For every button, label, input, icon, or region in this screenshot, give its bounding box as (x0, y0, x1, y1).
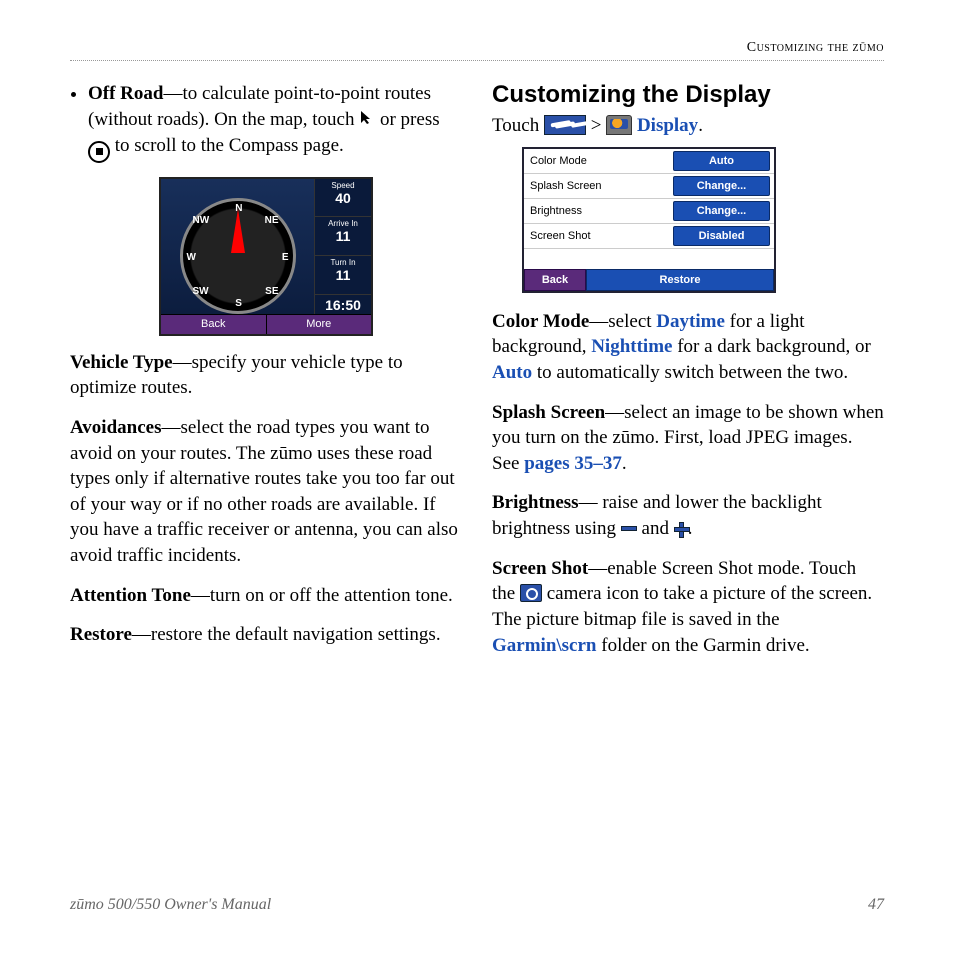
splash-screen-label: Splash Screen (492, 402, 605, 423)
page-header: Customizing the zūmo (70, 40, 884, 61)
minus-icon (621, 526, 637, 531)
vehicle-type-label: Vehicle Type (70, 352, 173, 373)
attention-tone-label: Attention Tone (70, 585, 191, 606)
daytime-link: Daytime (656, 311, 725, 332)
pages-link: pages 35–37 (524, 453, 622, 474)
compass-dial: N NE E SE S SW W NW (180, 198, 296, 314)
brightness-change-button: Change... (673, 201, 770, 221)
left-column: Off Road—to calculate point-to-point rou… (70, 81, 462, 876)
page-number: 47 (868, 896, 884, 914)
section-heading: Customizing the Display (492, 81, 884, 109)
footer-title: zūmo 500/550 Owner's Manual (70, 896, 271, 914)
color-mode-label: Color Mode (492, 311, 589, 332)
nighttime-link: Nighttime (591, 336, 672, 357)
brightness-label: Brightness (492, 492, 579, 513)
camera-icon (520, 584, 542, 602)
settings-back-button: Back (524, 269, 586, 291)
compass-needle-icon (231, 209, 245, 253)
cursor-icon (359, 107, 375, 133)
color-mode-button: Auto (673, 151, 770, 171)
screenshot-disabled-button: Disabled (673, 226, 770, 246)
compass-back-button: Back (161, 315, 267, 334)
offroad-bullet: Off Road—to calculate point-to-point rou… (88, 81, 462, 163)
offroad-label: Off Road (88, 83, 163, 104)
display-settings-screenshot: Color ModeAuto Splash ScreenChange... Br… (522, 147, 776, 293)
display-icon (606, 115, 632, 135)
garmin-path-link: Garmin\scrn (492, 635, 597, 656)
restore-label: Restore (70, 624, 132, 645)
plus-icon (674, 522, 688, 536)
settings-restore-button: Restore (586, 269, 774, 291)
screen-shot-label: Screen Shot (492, 558, 588, 579)
wrench-icon (544, 115, 586, 135)
display-link: Display (637, 115, 698, 136)
splash-change-button: Change... (673, 176, 770, 196)
compass-screenshot: N NE E SE S SW W NW Speed40 Arrive In11 … (159, 177, 373, 336)
auto-link: Auto (492, 362, 532, 383)
avoidances-label: Avoidances (70, 417, 161, 438)
right-column: Customizing the Display Touch > Display.… (492, 81, 884, 876)
compass-more-button: More (267, 315, 372, 334)
stop-icon (88, 141, 110, 163)
